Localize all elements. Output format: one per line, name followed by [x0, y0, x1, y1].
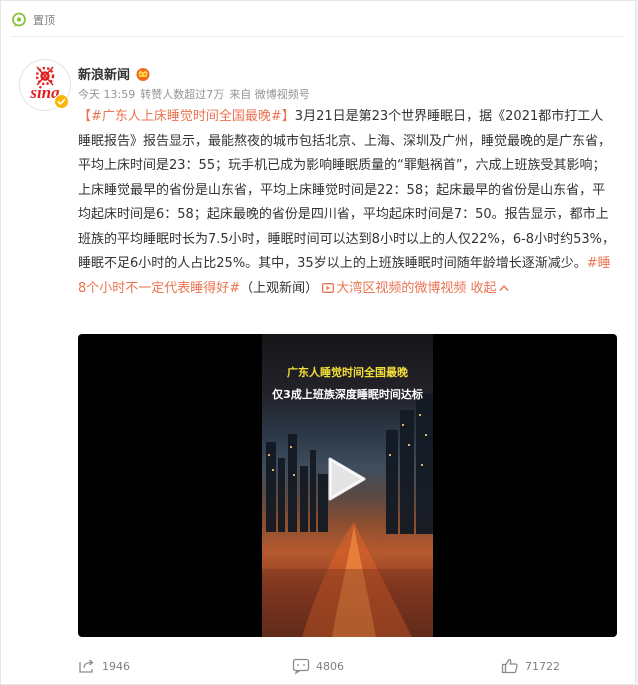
video-source-link[interactable]: 大湾区视频的微博视频	[322, 281, 466, 296]
video-icon	[322, 282, 335, 293]
repost-button[interactable]: 1946	[78, 658, 130, 674]
collapse-label: 收起	[470, 280, 497, 296]
pinned-indicator: 置顶	[11, 11, 55, 29]
chevron-up-icon	[498, 284, 509, 291]
post-body: 3月21日是第23个世界睡眠日，据《2021都市打工人睡眠报告》报告显示，最能熬…	[78, 109, 615, 271]
thumbs-up-icon	[501, 658, 518, 674]
member-crown-icon[interactable]	[135, 66, 151, 82]
video-player[interactable]: 广东人睡觉时间全国最晚 仅3成上班族深度睡眠时间达标	[78, 334, 617, 637]
like-stat: 转赞人数超过7万	[140, 88, 225, 101]
author-row: 新浪新闻	[78, 64, 151, 83]
repost-count: 1946	[102, 659, 130, 673]
author-name[interactable]: 新浪新闻	[78, 64, 130, 83]
like-button[interactable]: 71722	[501, 658, 560, 674]
video-caption-subtitle: 仅3成上班族深度睡眠时间达标	[272, 388, 423, 401]
verified-icon	[54, 94, 69, 109]
weibo-post-card: 置顶 sina 新浪新闻 今天 13:59 转赞人数超过7万来自 微博视频号	[0, 0, 636, 685]
post-time[interactable]: 今天 13:59	[78, 88, 135, 101]
avatar[interactable]: sina	[19, 59, 71, 111]
pinned-label: 置顶	[33, 14, 55, 27]
video-source-label: 大湾区视频的微博视频	[336, 280, 467, 296]
pin-icon	[12, 12, 26, 27]
post-text: 【#广东人上床睡觉时间全国最晚#】3月21日是第23个世界睡眠日，据《2021都…	[78, 105, 616, 301]
comment-count: 4806	[316, 659, 344, 673]
repost-icon	[79, 659, 94, 673]
action-bar: 1946 4806 71722	[1, 653, 637, 679]
source-note: （上观新闻）	[240, 280, 319, 296]
post-source[interactable]: 来自 微博视频号	[229, 88, 310, 101]
comment-icon	[292, 658, 310, 674]
header-divider	[11, 36, 625, 37]
like-count: 71722	[525, 659, 560, 673]
collapse-link[interactable]: 收起	[470, 280, 509, 296]
post-meta: 今天 13:59 转赞人数超过7万 来自 微博视频号	[78, 86, 315, 102]
comment-button[interactable]: 4806	[292, 658, 344, 674]
play-icon[interactable]	[326, 456, 368, 502]
video-caption-title: 广东人睡觉时间全国最晚	[287, 366, 408, 379]
hashtag-topic-link[interactable]: 【#广东人上床睡觉时间全国最晚#】	[78, 109, 295, 124]
